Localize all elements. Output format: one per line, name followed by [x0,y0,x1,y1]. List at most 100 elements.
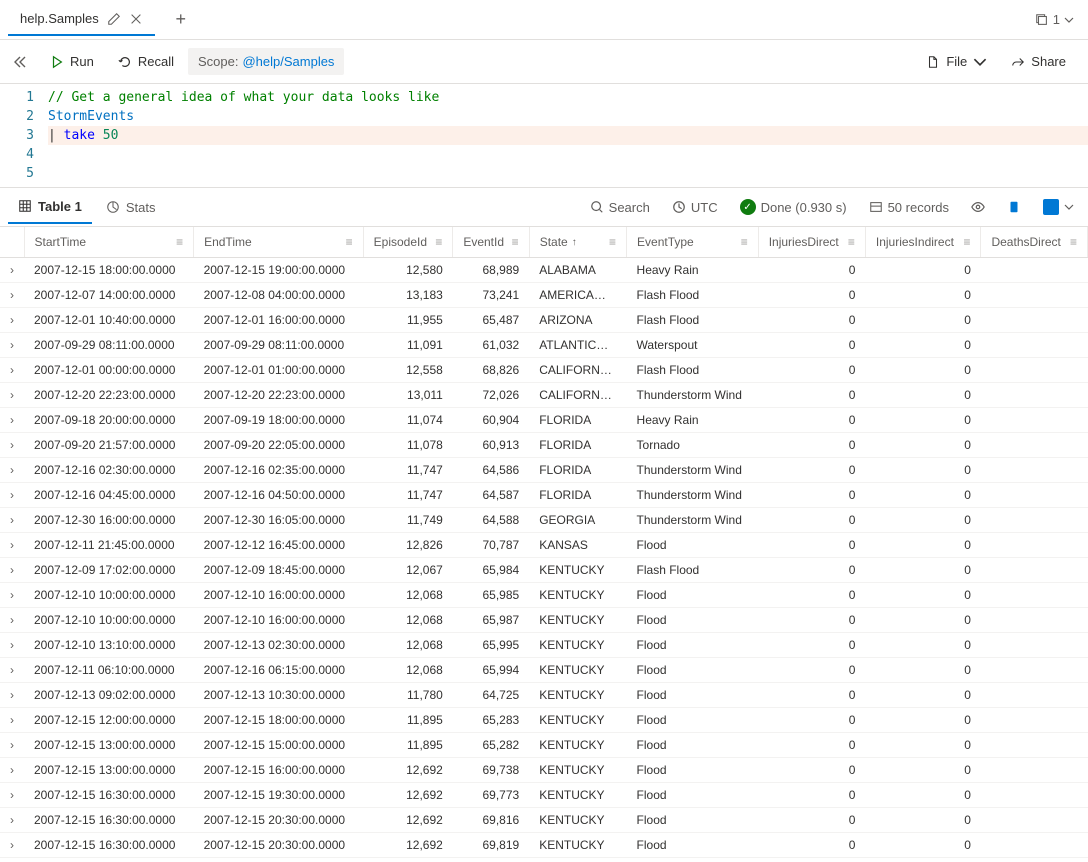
table-row[interactable]: ›2007-12-10 13:10:00.00002007-12-13 02:3… [0,633,1088,658]
expand-row-icon[interactable]: › [0,283,24,308]
cell: Thunderstorm Wind [627,508,759,533]
expand-row-icon[interactable]: › [0,733,24,758]
table-row[interactable]: ›2007-09-20 21:57:00.00002007-09-20 22:0… [0,433,1088,458]
expand-row-icon[interactable]: › [0,783,24,808]
expand-row-icon[interactable]: › [0,833,24,858]
tab-table[interactable]: Table 1 [8,191,92,224]
results-table-wrap[interactable]: StartTime≡EndTime≡EpisodeId≡EventId≡Stat… [0,227,1088,862]
table-row[interactable]: ›2007-12-15 16:30:00.00002007-12-15 19:3… [0,783,1088,808]
code-line[interactable]: | take 50 [48,126,1088,145]
utc-toggle[interactable]: UTC [666,196,724,219]
column-header[interactable]: InjuriesIndirect≡ [865,227,981,258]
expand-row-icon[interactable]: › [0,708,24,733]
cell: 2007-12-15 13:00:00.0000 [24,758,194,783]
column-menu-icon[interactable]: ≡ [1070,235,1077,249]
column-header[interactable]: State↑≡ [529,227,626,258]
table-row[interactable]: ›2007-12-15 13:00:00.00002007-12-15 15:0… [0,733,1088,758]
hide-empty-button[interactable] [965,196,991,218]
expand-row-icon[interactable]: › [0,383,24,408]
expand-row-icon[interactable]: › [0,433,24,458]
table-row[interactable]: ›2007-12-30 16:00:00.00002007-12-30 16:0… [0,508,1088,533]
column-header[interactable]: EventType≡ [627,227,759,258]
code-line[interactable] [48,164,1088,183]
expand-row-icon[interactable]: › [0,408,24,433]
table-row[interactable]: ›2007-09-29 08:11:00.00002007-09-29 08:1… [0,333,1088,358]
cell: 0 [865,708,981,733]
expand-row-icon[interactable]: › [0,483,24,508]
column-menu-icon[interactable]: ≡ [609,235,616,249]
table-row[interactable]: ›2007-12-01 00:00:00.00002007-12-01 01:0… [0,358,1088,383]
clipboard-button[interactable] [1001,196,1027,218]
tab-active[interactable]: help.Samples [8,3,155,36]
column-menu-icon[interactable]: ≡ [741,235,748,249]
column-header[interactable]: EpisodeId≡ [363,227,453,258]
column-menu-icon[interactable]: ≡ [346,235,353,249]
chevrons-left-icon[interactable] [12,54,28,70]
column-menu-icon[interactable]: ≡ [848,235,855,249]
table-row[interactable]: ›2007-12-15 13:00:00.00002007-12-15 16:0… [0,758,1088,783]
column-header[interactable]: EndTime≡ [194,227,364,258]
expand-row-icon[interactable]: › [0,508,24,533]
column-header[interactable]: InjuriesDirect≡ [758,227,865,258]
table-row[interactable]: ›2007-12-16 02:30:00.00002007-12-16 02:3… [0,458,1088,483]
run-button[interactable]: Run [40,48,104,75]
table-row[interactable]: ›2007-12-15 16:30:00.00002007-12-15 20:3… [0,833,1088,858]
column-header[interactable]: StartTime≡ [24,227,194,258]
table-row[interactable]: ›2007-12-15 16:30:00.00002007-12-15 20:3… [0,808,1088,833]
expand-row-icon[interactable]: › [0,358,24,383]
expand-row-icon[interactable]: › [0,258,24,283]
expand-row-icon[interactable]: › [0,583,24,608]
cell: 13,011 [363,383,453,408]
table-row[interactable]: ›2007-12-13 09:02:00.00002007-12-13 10:3… [0,683,1088,708]
cell: 2007-12-16 06:15:00.0000 [194,658,364,683]
expand-row-icon[interactable]: › [0,308,24,333]
search-button[interactable]: Search [584,196,656,219]
column-menu-icon[interactable]: ≡ [963,235,970,249]
table-row[interactable]: ›2007-12-07 14:00:00.00002007-12-08 04:0… [0,283,1088,308]
scope-selector[interactable]: Scope: @help/Samples [188,48,344,75]
table-row[interactable]: ›2007-12-10 10:00:00.00002007-12-10 16:0… [0,608,1088,633]
expand-row-icon[interactable]: › [0,458,24,483]
cell: 0 [758,358,865,383]
expand-row-icon[interactable]: › [0,333,24,358]
table-row[interactable]: ›2007-09-18 20:00:00.00002007-09-19 18:0… [0,408,1088,433]
file-button[interactable]: File [916,48,997,75]
column-header[interactable]: EventId≡ [453,227,529,258]
cell: 0 [758,433,865,458]
table-row[interactable]: ›2007-12-10 10:00:00.00002007-12-10 16:0… [0,583,1088,608]
code-line[interactable]: // Get a general idea of what your data … [48,88,1088,107]
table-row[interactable]: ›2007-12-20 22:23:00.00002007-12-20 22:2… [0,383,1088,408]
column-header[interactable]: DeathsDirect≡ [981,227,1088,258]
cell: 0 [758,783,865,808]
windows-dropdown[interactable]: 1 [1029,8,1080,31]
table-row[interactable]: ›2007-12-11 06:10:00.00002007-12-16 06:1… [0,658,1088,683]
code-line[interactable] [48,145,1088,164]
cell: CALIFORN… [529,383,626,408]
expand-row-icon[interactable]: › [0,808,24,833]
expand-row-icon[interactable]: › [0,533,24,558]
tab-stats[interactable]: Stats [96,192,166,223]
expand-row-icon[interactable]: › [0,683,24,708]
share-button[interactable]: Share [1001,48,1076,75]
expand-row-icon[interactable]: › [0,633,24,658]
table-row[interactable]: ›2007-12-15 12:00:00.00002007-12-15 18:0… [0,708,1088,733]
expand-row-icon[interactable]: › [0,558,24,583]
expand-row-icon[interactable]: › [0,658,24,683]
expand-row-icon[interactable]: › [0,758,24,783]
table-row[interactable]: ›2007-12-11 21:45:00.00002007-12-12 16:4… [0,533,1088,558]
expand-row-icon[interactable]: › [0,608,24,633]
recall-button[interactable]: Recall [108,48,184,75]
table-row[interactable]: ›2007-12-09 17:02:00.00002007-12-09 18:4… [0,558,1088,583]
column-menu-icon[interactable]: ≡ [435,235,442,249]
edit-icon[interactable] [107,12,121,26]
column-menu-icon[interactable]: ≡ [176,235,183,249]
table-row[interactable]: ›2007-12-16 04:45:00.00002007-12-16 04:5… [0,483,1088,508]
code-editor[interactable]: 12345 // Get a general idea of what your… [0,84,1088,187]
add-tab-button[interactable]: + [167,6,195,34]
table-row[interactable]: ›2007-12-01 10:40:00.00002007-12-01 16:0… [0,308,1088,333]
table-row[interactable]: ›2007-12-15 18:00:00.00002007-12-15 19:0… [0,258,1088,283]
color-button[interactable] [1037,195,1080,219]
column-menu-icon[interactable]: ≡ [512,235,519,249]
code-line[interactable]: StormEvents [48,107,1088,126]
close-icon[interactable] [129,12,143,26]
